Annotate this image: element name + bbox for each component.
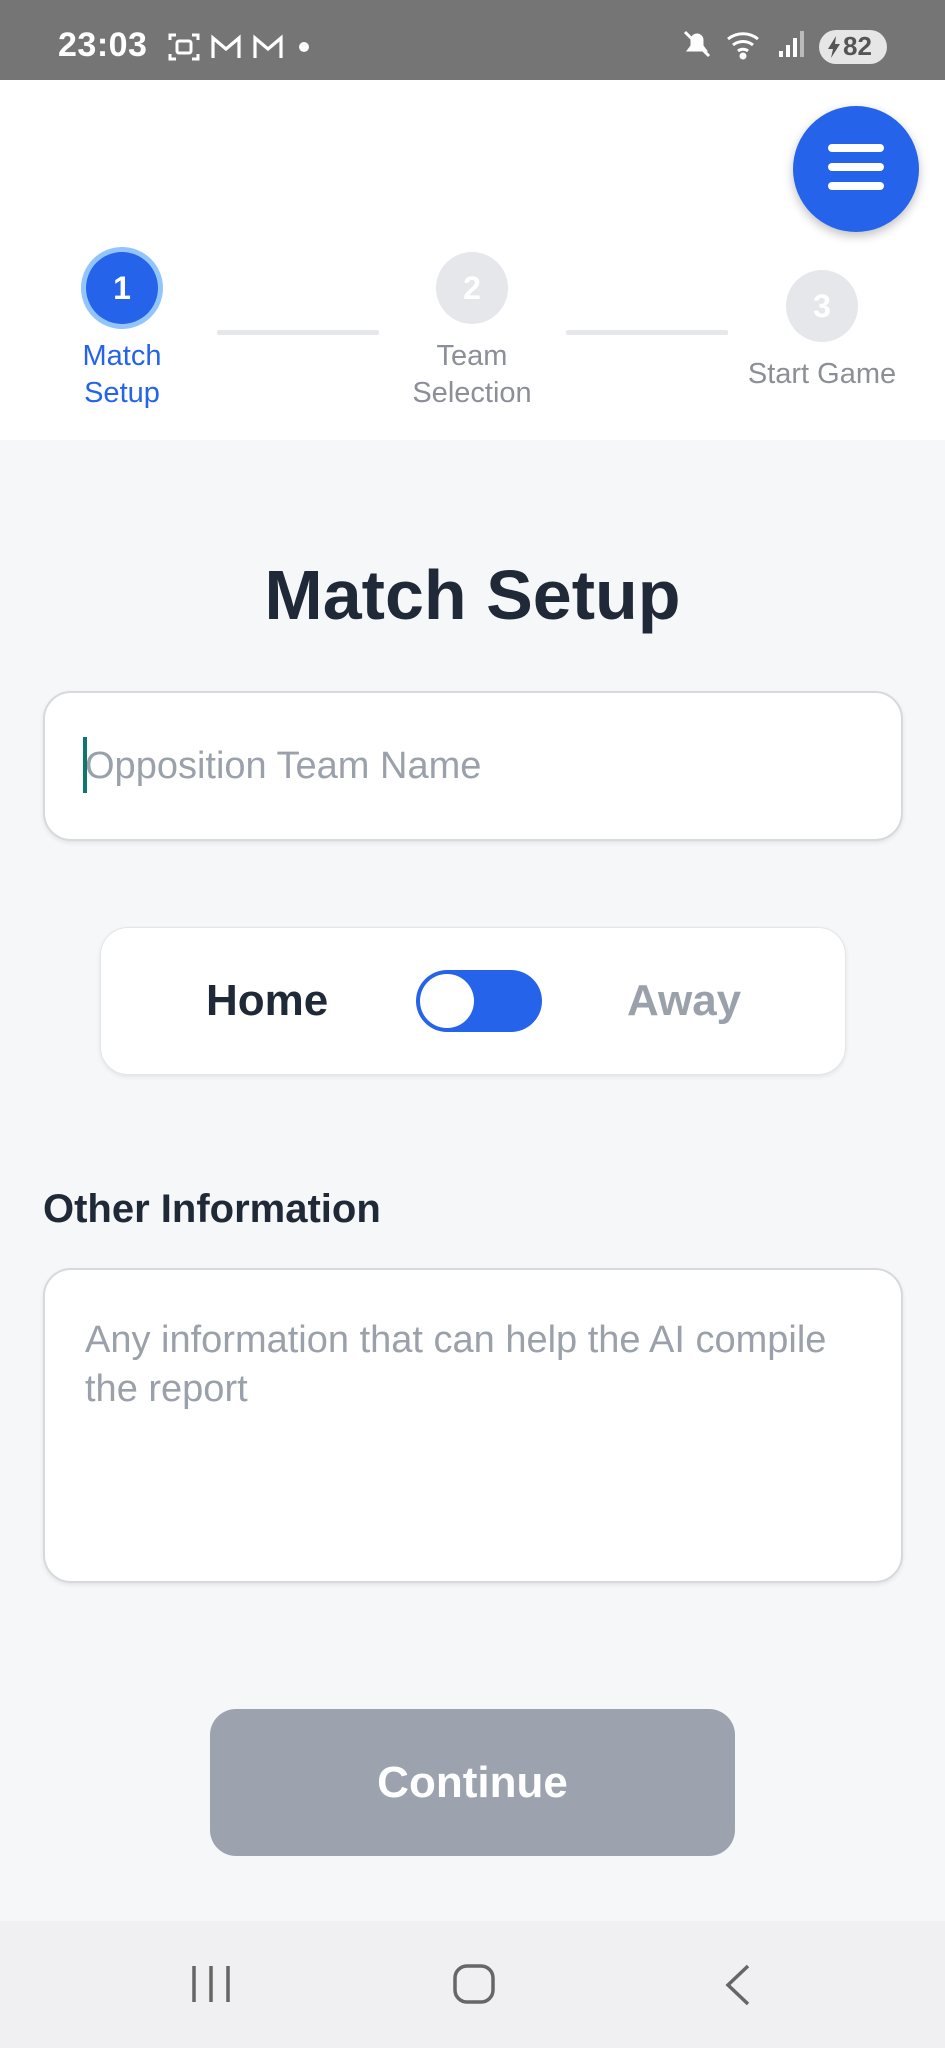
step-label: Match Setup (22, 338, 222, 412)
home-label[interactable]: Home (206, 976, 328, 1026)
other-information-placeholder: Any information that can help the AI com… (85, 1319, 827, 1410)
step-label: Start Game (722, 356, 922, 393)
step-number: 1 (86, 252, 158, 324)
opposition-placeholder: Opposition Team Name (85, 745, 482, 787)
hamburger-icon (828, 143, 884, 195)
battery-level: 82 (843, 31, 872, 61)
step-label: Team Selection (372, 338, 572, 412)
opposition-team-input[interactable]: Opposition Team Name (43, 691, 903, 841)
menu-button[interactable] (793, 106, 919, 232)
mute-icon (681, 28, 713, 65)
step-team-selection[interactable]: 2 Team Selection (372, 252, 572, 412)
step-label-line: Selection (412, 377, 532, 409)
step-label-line: Match (82, 340, 162, 372)
dot-icon (294, 37, 314, 62)
step-label-line: Start Game (747, 358, 897, 390)
step-label-line: Setup (84, 377, 160, 409)
status-time: 23:03 (58, 26, 148, 64)
system-nav-bar (0, 1921, 945, 2048)
input-placeholder-wrap: Opposition Team Name (83, 737, 482, 793)
stepper-connector (566, 330, 728, 335)
step-label-line: Team (436, 340, 508, 372)
away-label[interactable]: Away (627, 976, 741, 1026)
recent-apps-icon[interactable] (190, 1963, 232, 2010)
status-icons-left (168, 32, 314, 67)
wifi-icon (725, 28, 765, 65)
step-start-game[interactable]: 3 Start Game (722, 270, 922, 393)
text-caret (83, 737, 87, 793)
step-number: 2 (436, 252, 508, 324)
stepper-connector (217, 330, 379, 335)
other-information-textarea[interactable]: Any information that can help the AI com… (43, 1268, 903, 1583)
other-information-label: Other Information (43, 1187, 381, 1231)
home-icon[interactable] (452, 1963, 496, 2010)
venue-toggle-card: Home Away (100, 927, 846, 1075)
status-bar: 23:03 82 (0, 0, 945, 80)
back-icon[interactable] (722, 1963, 752, 2012)
step-number: 3 (786, 270, 858, 342)
screenshot-icon (168, 32, 200, 67)
home-away-toggle[interactable] (416, 970, 542, 1032)
battery-icon: 82 (819, 29, 887, 64)
signal-icon (777, 29, 807, 64)
gmail-icon (210, 34, 242, 65)
continue-button[interactable]: Continue (210, 1709, 735, 1856)
page-title: Match Setup (264, 556, 681, 634)
step-match-setup[interactable]: 1 Match Setup (22, 252, 222, 412)
status-icons-right: 82 (681, 28, 887, 65)
gmail-icon (252, 34, 284, 65)
toggle-knob[interactable] (420, 974, 474, 1028)
